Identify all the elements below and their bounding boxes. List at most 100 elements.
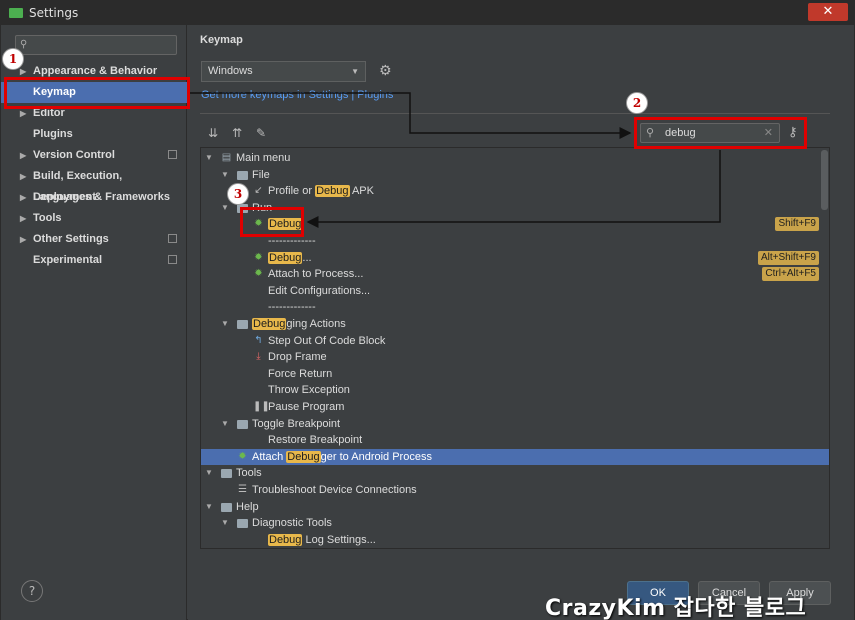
chevron-down-icon[interactable]: ▼ [221,416,229,432]
tree-row[interactable]: Throw Exception [201,382,829,398]
chevron-right-icon[interactable]: ▶ [20,166,26,187]
tree-row-label: Main menu [236,150,290,166]
sidebar-item-label: Experimental [33,254,103,266]
profile-apk-icon: ↙ [254,185,263,197]
label-text: Step Out Of Code Block [268,334,386,347]
annotation-box-filter [634,117,807,149]
chevron-right-icon[interactable]: ▶ [20,187,26,208]
tree-row[interactable]: ------------- [201,299,829,315]
chevron-down-icon[interactable]: ▼ [221,316,229,332]
divider [200,113,830,114]
help-button[interactable]: ? [21,580,43,602]
chevron-down-icon[interactable]: ▼ [205,150,213,166]
chevron-down-icon[interactable]: ▼ [221,515,229,531]
label-text: File [252,168,270,181]
menu-folder-icon: ▤ [221,152,232,163]
shortcut-badge: Ctrl+Alt+F5 [762,267,819,282]
label-text: ging Actions [286,318,346,330]
annotation-box-debug [240,207,304,237]
tree-row-label: Debug Log Settings... [268,532,376,548]
keymap-dropdown[interactable]: Windows ▼ [201,61,366,82]
sidebar-item-other-settings[interactable]: ▶ Other Settings [1,229,187,250]
label-text: Help [236,500,259,513]
sidebar-item-label: Version Control [33,149,115,161]
tree-row[interactable]: ✹ Attach Debugger to Android Process [201,448,829,465]
annotation-box-keymap [4,77,190,109]
tree-row-label: Toggle Breakpoint [252,416,340,432]
label-text: ... [302,251,312,264]
close-button[interactable]: ✕ [808,3,848,21]
label-text: Troubleshoot Device Connections [252,484,417,496]
expand-all-icon[interactable]: ⇊ [206,126,220,140]
label-text: Drop Frame [268,351,327,364]
tree-row[interactable]: ↰ Step Out Of Code Block [201,333,829,349]
keymap-dropdown-value: Windows [208,65,253,77]
search-icon: ⚲ [20,39,28,50]
project-scope-icon [168,234,177,243]
tree-row[interactable]: ▼ Tools [201,465,829,481]
chevron-right-icon[interactable]: ▶ [20,229,26,250]
tree-row-label: Throw Exception [268,382,350,398]
get-more-keymaps-link[interactable]: Get more keymaps in Settings | Plugins [201,89,393,101]
collapse-all-icon[interactable]: ⇈ [230,126,244,140]
annotation-badge-2: 2 [626,92,648,114]
tree-row[interactable]: ☰ Troubleshoot Device Connections [201,482,829,498]
tree-row-label: Force Return [268,366,332,382]
chevron-down-icon[interactable]: ▼ [205,465,213,481]
tree-row[interactable]: Force Return [201,366,829,382]
sidebar: ⚲ ▶ Appearance & Behavior Keymap ▶ Editor Plu… [1,25,187,620]
search-match: Debug [268,251,303,264]
tree-row[interactable]: ▼ Debugging Actions [201,316,829,332]
tree-row[interactable]: ❚❚ Pause Program [201,399,829,415]
sidebar-item-languages-frameworks[interactable]: ▶ Languages & Frameworks [1,187,187,208]
gear-icon[interactable]: ⚙ [379,63,392,79]
chevron-down-icon[interactable]: ▼ [221,167,229,183]
sidebar-item-tools[interactable]: ▶ Tools [1,208,187,229]
sidebar-item-plugins[interactable]: Plugins [1,124,187,145]
chevron-right-icon[interactable]: ▶ [20,145,26,166]
annotation-badge-1: 1 [2,48,24,70]
sidebar-item-label: Tools [33,212,62,224]
tree-row[interactable]: ▼ Diagnostic Tools [201,515,829,531]
tree-row-label: Diagnostic Tools [252,515,332,531]
label-text: Attach [252,450,287,463]
edit-icon[interactable]: ✎ [254,126,268,140]
tree-row-label: Help [236,499,259,515]
sidebar-item-experimental[interactable]: Experimental [1,250,187,271]
chevron-right-icon[interactable]: ▶ [20,208,26,229]
annotation-badge-3: 3 [227,183,249,205]
tree-row[interactable]: ⤓ Drop Frame [201,349,829,365]
tree-row-label: Pause Program [268,399,344,415]
folder-icon [221,469,232,479]
tree-row[interactable]: Debug Log Settings... [201,532,829,548]
android-debug-icon: ✹ [238,450,247,462]
tree-row[interactable]: ✹ Debug... Alt+Shift+F9 [201,250,829,266]
tree-row[interactable]: ▼ Help [201,499,829,515]
page-title: Keymap [200,34,243,46]
bug-icon: ✹ [254,251,263,263]
label-text: APK [349,185,374,198]
chevron-down-icon[interactable]: ▼ [221,200,229,216]
sidebar-item-build-execution-deployment[interactable]: ▶ Build, Execution, Deployment [1,166,187,203]
tree-row[interactable]: ↙ Profile or Debug APK [201,183,829,199]
tree-row[interactable]: Edit Configurations... [201,283,829,299]
tree-row[interactable]: ▼ Toggle Breakpoint [201,416,829,432]
chevron-down-icon[interactable]: ▼ [205,499,213,515]
tree-row-label: Drop Frame [268,349,327,365]
project-scope-icon [168,255,177,264]
tree-row[interactable]: ✹ Attach to Process... Ctrl+Alt+F5 [201,266,829,282]
sidebar-item-version-control[interactable]: ▶ Version Control [1,145,187,166]
label-text: Attach to Process... [268,268,364,281]
tree-row[interactable]: ▼ File [201,167,829,183]
shortcut-badge: Shift+F9 [775,217,819,232]
tree-row[interactable]: Restore Breakpoint [201,432,829,448]
tree-row[interactable]: ▼ ▤ Main menu [201,150,829,166]
label-text: Throw Exception [268,384,350,397]
label-text: Tools [236,467,262,480]
sidebar-item-label: Languages & Frameworks [33,191,170,203]
label-text: Toggle Breakpoint [252,417,341,430]
sidebar-search-input[interactable]: ⚲ [15,35,177,55]
sidebar-item-label: Plugins [33,128,73,140]
tree-toolbar: ⇊ ⇈ ✎ [206,126,268,140]
shortcut-badge: Alt+Shift+F9 [757,250,819,265]
